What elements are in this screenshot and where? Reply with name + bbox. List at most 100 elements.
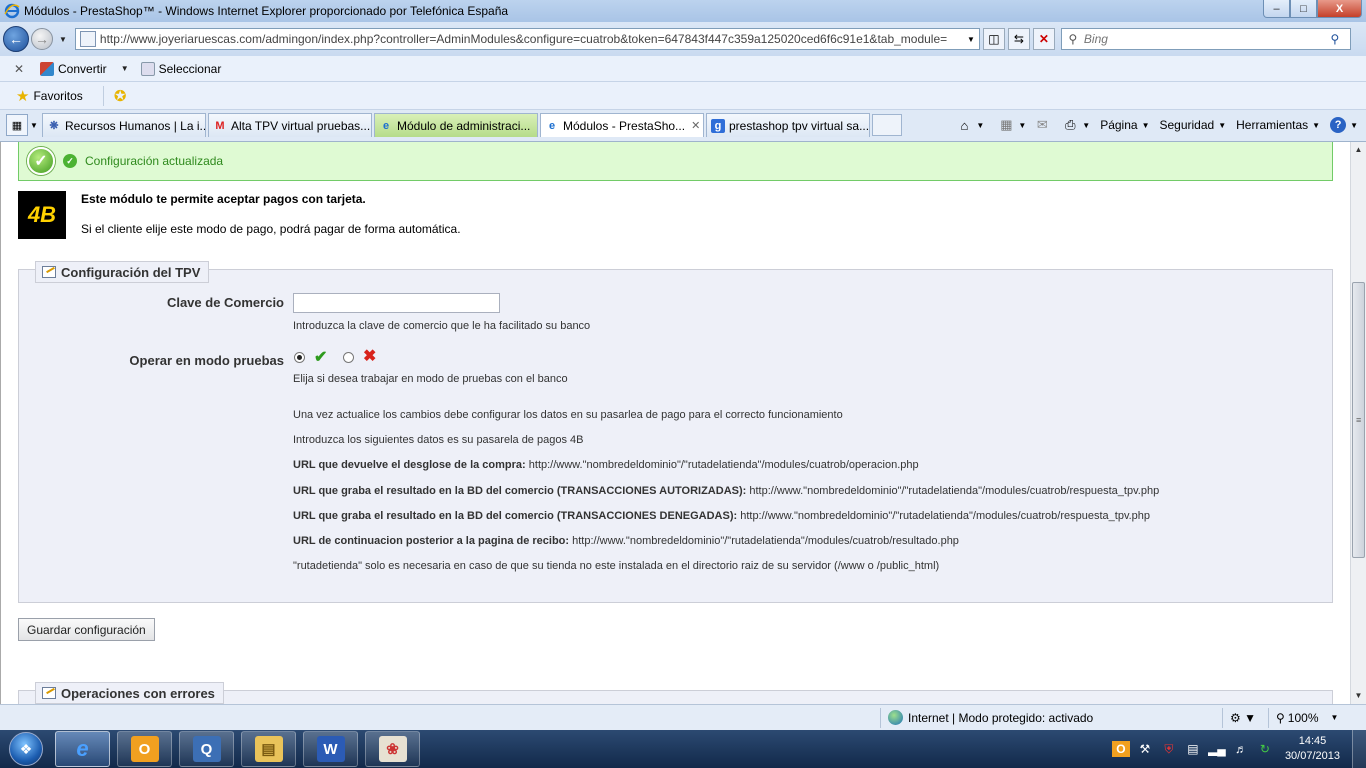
close-tab-icon[interactable]: ✕ xyxy=(691,119,700,132)
tpv-config-fieldset: Configuración del TPV Clave de Comercio … xyxy=(18,261,1333,603)
address-bar[interactable]: http://www.joyeriaruescas.com/admingon/i… xyxy=(74,28,980,50)
stop-icon: ✕ xyxy=(1038,32,1049,46)
taskbar-app-explorer[interactable]: ▤ xyxy=(241,731,296,767)
search-box[interactable]: ⚲ ⚲ xyxy=(1060,28,1351,50)
page-menu-label: Página xyxy=(1100,118,1138,132)
search-input[interactable] xyxy=(1083,32,1320,46)
url-row-value: http://www."nombredeldominio"/"rutadelat… xyxy=(569,535,959,547)
mail-icon[interactable]: ✉ xyxy=(1034,117,1050,133)
test-mode-yes-radio[interactable] xyxy=(294,352,305,363)
device-tray-icon[interactable]: ▤ xyxy=(1184,741,1202,757)
back-button[interactable]: ← xyxy=(3,26,29,52)
module-description: 4B Este módulo te permite aceptar pagos … xyxy=(18,191,461,239)
home-icon[interactable]: ⌂ xyxy=(956,117,972,133)
forward-button[interactable]: → xyxy=(31,28,53,50)
shield-icon[interactable]: ⛨ xyxy=(1160,741,1178,757)
vertical-scrollbar[interactable]: ▲ ≡ ▼ xyxy=(1350,142,1366,704)
clave-hint: Introduzca la clave de comercio que le h… xyxy=(293,320,591,332)
network-icon[interactable]: ▂▄ xyxy=(1208,741,1226,757)
taskbar-app-remote[interactable]: Q xyxy=(179,731,234,767)
tools-menu[interactable]: Herramientas ▼ xyxy=(1236,118,1320,132)
show-desktop-button[interactable] xyxy=(1352,730,1366,768)
chevron-down-icon[interactable]: ▼ xyxy=(1082,121,1090,130)
tools-tray-icon[interactable]: ⚒ xyxy=(1136,741,1154,757)
edit-icon xyxy=(42,266,56,278)
outlook-tray-icon[interactable]: O xyxy=(1111,741,1130,757)
refresh-button[interactable]: ⇆ xyxy=(1007,28,1030,50)
tools-menu-label: Herramientas xyxy=(1236,118,1309,132)
tab-prestashop-tpv[interactable]: g prestashop tpv virtual sa... xyxy=(706,113,870,137)
close-toolbar-icon[interactable]: ✕ xyxy=(10,62,28,76)
history-dropdown-icon[interactable]: ▼ xyxy=(59,35,67,44)
cross-red-icon: ✖ xyxy=(363,348,377,365)
page-content: ✓ ✓ Configuración actualizada 4B Este mó… xyxy=(0,142,1350,704)
clave-comercio-input[interactable] xyxy=(293,293,500,313)
check-small-icon: ✓ xyxy=(63,154,77,168)
maximize-button[interactable]: □ xyxy=(1290,0,1317,18)
address-url[interactable]: http://www.joyeriaruescas.com/admingon/i… xyxy=(100,32,963,46)
tab-alta-tpv[interactable]: M Alta TPV virtual pruebas... xyxy=(208,113,372,137)
search-icon: ⚲ xyxy=(1068,32,1078,46)
url-row: URL que graba el resultado en la BD del … xyxy=(293,485,1159,497)
quick-tabs-button[interactable]: ▦ xyxy=(6,114,28,136)
print-icon[interactable]: ⎙ xyxy=(1062,117,1078,133)
favorites-button[interactable]: ★ Favoritos xyxy=(16,87,83,105)
sync-icon[interactable]: ↻ xyxy=(1256,741,1274,757)
test-mode-no-radio[interactable] xyxy=(343,352,354,363)
favorites-bar: ★ Favoritos ✪ xyxy=(0,82,1366,110)
url-dropdown-icon[interactable]: ▼ xyxy=(963,35,979,44)
chevron-down-icon: ▼ xyxy=(1141,120,1150,130)
ie-icon: e xyxy=(548,119,556,132)
security-zone[interactable]: Internet | Modo protegido: activado xyxy=(888,710,1093,725)
new-tab-button[interactable] xyxy=(872,114,902,136)
protected-mode-icon[interactable]: ⚙ ▼ xyxy=(1230,711,1256,725)
security-menu[interactable]: Seguridad ▼ xyxy=(1159,118,1226,132)
grid-icon: ▦ xyxy=(11,119,23,132)
add-favorite-icon[interactable]: ✪ xyxy=(114,87,127,105)
compatibility-icon: ◫ xyxy=(988,32,1000,46)
chevron-down-icon[interactable]: ▼ xyxy=(1018,121,1026,130)
taskbar-app-outlook[interactable]: O xyxy=(117,731,172,767)
scroll-up-icon[interactable]: ▲ xyxy=(1351,142,1366,158)
grip-icon: ≡ xyxy=(1356,415,1362,425)
clock-time: 14:45 xyxy=(1298,735,1327,747)
rss-feed-icon[interactable]: ▦ xyxy=(998,117,1014,133)
pdf-convert-icon xyxy=(40,61,54,76)
compatibility-view-button[interactable]: ◫ xyxy=(982,28,1005,50)
save-config-button[interactable]: Guardar configuración xyxy=(18,618,155,641)
search-go-icon[interactable]: ⚲ xyxy=(1320,32,1350,46)
tab-recursos-humanos[interactable]: ❋ Recursos Humanos | La i... xyxy=(42,113,206,137)
minimize-button[interactable]: – xyxy=(1263,0,1290,18)
errors-fieldset: Operaciones con errores xyxy=(18,682,1333,704)
security-menu-label: Seguridad xyxy=(1159,118,1215,132)
scroll-down-icon[interactable]: ▼ xyxy=(1351,688,1366,704)
select-button[interactable]: Seleccionar xyxy=(140,61,221,76)
divider xyxy=(102,85,104,106)
tab-list-dropdown-icon[interactable]: ▼ xyxy=(28,121,40,130)
taskbar-app-ie[interactable]: e xyxy=(55,731,110,767)
volume-icon[interactable]: ♬ xyxy=(1232,741,1250,757)
windows-logo-icon: ❖ xyxy=(9,732,43,766)
chevron-down-icon[interactable]: ▼ xyxy=(121,64,129,73)
help-menu[interactable]: ? ▼ xyxy=(1330,117,1358,133)
globe-icon xyxy=(888,710,903,725)
window-titlebar: Módulos - PrestaShop™ - Windows Internet… xyxy=(0,0,1366,22)
outlook-icon: O xyxy=(130,736,159,762)
tab-bar: ▦ ▼ ❋ Recursos Humanos | La i... M Alta … xyxy=(0,110,1366,142)
favorites-label: Favoritos xyxy=(33,88,83,103)
tab-label: Alta TPV virtual pruebas... xyxy=(231,118,371,133)
convert-button[interactable]: Convertir ▼ xyxy=(40,61,129,76)
tab-modulos-prestashop[interactable]: e Módulos - PrestaSho... ✕ xyxy=(540,113,704,137)
start-button[interactable]: ❖ xyxy=(4,730,48,768)
zoom-control[interactable]: ⚲ 100% ▼ xyxy=(1276,711,1338,725)
taskbar-app-paint[interactable]: ❀ xyxy=(365,731,420,767)
tab-modulo-administracion[interactable]: e Módulo de administraci... xyxy=(374,113,538,137)
stop-button[interactable]: ✕ xyxy=(1032,28,1055,50)
scroll-thumb[interactable]: ≡ xyxy=(1352,282,1365,558)
page-menu[interactable]: Página ▼ xyxy=(1100,118,1149,132)
taskbar-app-word[interactable]: W xyxy=(303,731,358,767)
system-tray: O ⚒ ⛨ ▤ ▂▄ ♬ ↻ 14:45 30/07/2013 xyxy=(1109,730,1366,768)
chevron-down-icon[interactable]: ▼ xyxy=(976,121,984,130)
close-window-button[interactable]: X xyxy=(1317,0,1362,18)
clock[interactable]: 14:45 30/07/2013 xyxy=(1285,734,1340,764)
